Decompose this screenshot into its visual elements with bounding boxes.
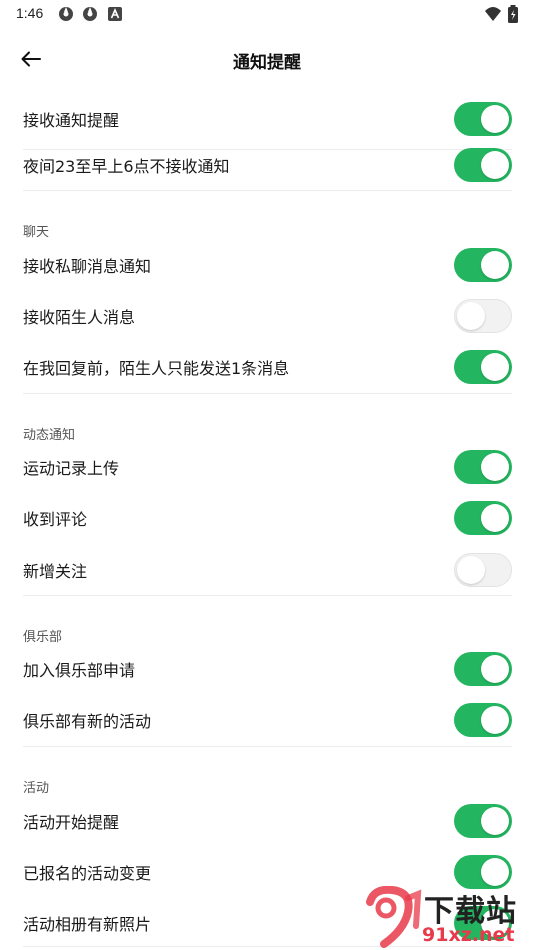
section-header-chat: 聊天 xyxy=(23,225,50,240)
setting-label: 在我回复前，陌生人只能发送1条消息 xyxy=(23,359,290,378)
workout-upload-toggle[interactable] xyxy=(454,450,512,484)
setting-label: 已报名的活动变更 xyxy=(23,864,152,883)
section-header-feed: 动态通知 xyxy=(23,428,76,443)
setting-row-receive-notifications: 接收通知提醒 xyxy=(0,94,534,144)
setting-label: 夜间23至早上6点不接收通知 xyxy=(23,157,230,176)
divider xyxy=(23,190,512,191)
setting-label: 运动记录上传 xyxy=(23,459,120,478)
font-notification-icon xyxy=(108,7,122,21)
setting-row-event-start: 活动开始提醒 xyxy=(0,796,534,846)
setting-row-new-followers: 新增关注 xyxy=(0,545,534,595)
section-header-club: 俱乐部 xyxy=(23,630,63,645)
battery-icon xyxy=(508,5,518,23)
setting-label: 接收私聊消息通知 xyxy=(23,257,152,276)
setting-label: 俱乐部有新的活动 xyxy=(23,712,152,731)
watermark: 下载站 91xz.net xyxy=(354,884,534,950)
event-start-toggle[interactable] xyxy=(454,804,512,838)
watermark-logo-icon xyxy=(366,886,422,948)
app-notification-icon xyxy=(83,7,97,21)
setting-row-stranger-message: 接收陌生人消息 xyxy=(0,291,534,341)
setting-row-club-join-request: 加入俱乐部申请 xyxy=(0,644,534,694)
setting-label: 新增关注 xyxy=(23,562,88,581)
stranger-message-toggle[interactable] xyxy=(454,299,512,333)
receive-notifications-toggle[interactable] xyxy=(454,102,512,136)
setting-label: 接收陌生人消息 xyxy=(23,308,136,327)
app-bar: 通知提醒 xyxy=(0,36,534,82)
new-followers-toggle[interactable] xyxy=(454,553,512,587)
setting-label: 收到评论 xyxy=(23,510,88,529)
setting-label: 加入俱乐部申请 xyxy=(23,661,136,680)
divider xyxy=(23,595,512,596)
club-new-activity-toggle[interactable] xyxy=(454,703,512,737)
setting-row-comments: 收到评论 xyxy=(0,493,534,543)
club-join-request-toggle[interactable] xyxy=(454,652,512,686)
private-message-toggle[interactable] xyxy=(454,248,512,282)
setting-label: 活动开始提醒 xyxy=(23,813,120,832)
section-header-events: 活动 xyxy=(23,781,50,796)
page-title: 通知提醒 xyxy=(233,53,301,73)
setting-row-stranger-limit: 在我回复前，陌生人只能发送1条消息 xyxy=(0,342,534,392)
setting-row-club-new-activity: 俱乐部有新的活动 xyxy=(0,695,534,745)
app-notification-icon xyxy=(59,7,73,21)
status-time: 1:46 xyxy=(16,5,44,21)
status-bar: 1:46 xyxy=(0,0,534,28)
setting-row-workout-upload: 运动记录上传 xyxy=(0,442,534,492)
divider xyxy=(23,746,512,747)
setting-label: 活动相册有新照片 xyxy=(23,915,152,934)
setting-row-night-do-not-disturb: 夜间23至早上6点不接收通知 xyxy=(0,140,534,190)
wifi-icon xyxy=(485,7,501,21)
watermark-domain: 91xz.net xyxy=(422,924,515,946)
comments-toggle[interactable] xyxy=(454,501,512,535)
setting-row-private-message: 接收私聊消息通知 xyxy=(0,240,534,290)
night-do-not-disturb-toggle[interactable] xyxy=(454,148,512,182)
setting-label: 接收通知提醒 xyxy=(23,111,120,130)
divider xyxy=(23,393,512,394)
stranger-limit-toggle[interactable] xyxy=(454,350,512,384)
